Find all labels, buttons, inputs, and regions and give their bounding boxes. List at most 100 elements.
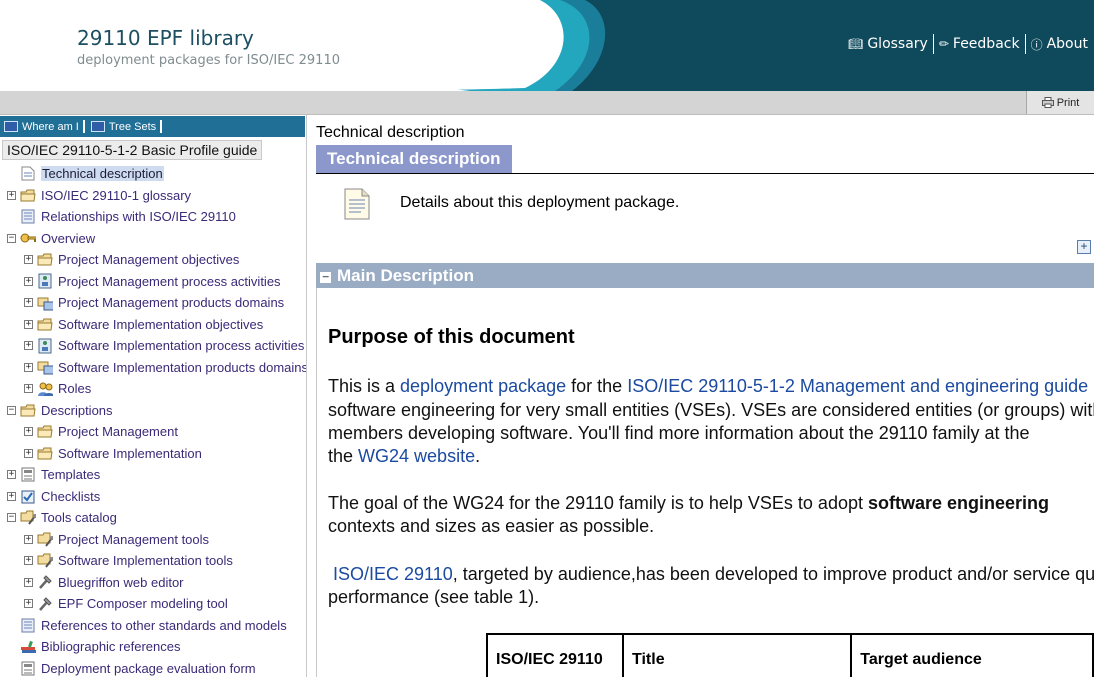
- expand-toggle[interactable]: +: [24, 599, 33, 608]
- tree-item[interactable]: + Software Implementation process activit…: [24, 335, 304, 356]
- tree-item[interactable]: + Software Implementation objectives: [24, 314, 263, 335]
- expand-toggle[interactable]: +: [7, 491, 16, 501]
- tree-item[interactable]: − Descriptions: [7, 400, 113, 421]
- paragraph-line: ISO/IEC 29110, targeted by audience,has …: [333, 564, 1094, 584]
- process-icon: [37, 273, 53, 289]
- paragraph-line: This is a deployment package for the ISO…: [328, 376, 1089, 396]
- tree-item[interactable]: Relationships with ISO/IEC 29110: [7, 206, 236, 227]
- doc-icon: [20, 209, 36, 225]
- tool-icon: [37, 596, 53, 612]
- collapse-toggle[interactable]: −: [7, 405, 16, 415]
- expand-toggle[interactable]: +: [24, 577, 33, 587]
- main-content: Technical description Technical descript…: [308, 115, 1094, 677]
- tree-item-label: Software Implementation: [58, 445, 202, 461]
- tree-item[interactable]: − Tools catalog: [7, 507, 117, 528]
- tab-where-am-i[interactable]: Where am I: [4, 121, 79, 133]
- left-navigation: Where am I Tree Sets ISO/IEC 29110-5-1-2…: [0, 115, 307, 677]
- paragraph-line: performance (see table 1).: [328, 587, 540, 607]
- products-icon: [37, 295, 53, 311]
- books-icon: [20, 639, 36, 655]
- iso-29110-link[interactable]: ISO/IEC 29110: [333, 564, 453, 584]
- wg24-website-link[interactable]: WG24 website: [358, 446, 475, 466]
- tree-item[interactable]: + Project Management: [24, 421, 178, 442]
- tree-item[interactable]: + Software Implementation products domain…: [24, 357, 307, 378]
- tree-item-label: Project Management: [58, 424, 178, 439]
- audience-table: ISO/IEC 29110 Title Target audience: [486, 633, 1094, 677]
- expand-toggle[interactable]: +: [24, 556, 33, 565]
- checklist-icon: [20, 488, 36, 504]
- collapse-toggle[interactable]: −: [7, 513, 16, 522]
- tree-item[interactable]: + Checklists: [7, 486, 100, 507]
- tree-item-label: Software Implementation process activiti…: [58, 338, 305, 353]
- tree-item-label: References to other standards and models: [41, 617, 287, 633]
- tree-item[interactable]: + Software Implementation tools: [24, 550, 233, 571]
- paragraph-line: software engineering for very small enti…: [328, 400, 1094, 420]
- table-header-cell: Target audience: [850, 633, 1094, 677]
- expand-toggle[interactable]: +: [24, 427, 33, 436]
- expand-toggle[interactable]: +: [7, 190, 16, 200]
- tree-item-label: Tools catalog: [41, 510, 117, 525]
- tree-item-label: EPF Composer modeling tool: [58, 596, 228, 611]
- feedback-link[interactable]: ✏︎ Feedback: [939, 36, 1020, 52]
- tree-item[interactable]: + Roles: [24, 378, 91, 399]
- expand-toggle[interactable]: +: [24, 448, 33, 458]
- tree-item-label: Bibliographic references: [41, 639, 181, 654]
- tree-item-label: Bluegriffon web editor: [58, 574, 184, 590]
- folder-icon: [20, 187, 36, 203]
- app-title: 29110 EPF library: [77, 26, 254, 50]
- folder-icon: [20, 402, 36, 418]
- glossary-link[interactable]: 📖︎ Glossary: [848, 36, 928, 52]
- expand-all-button[interactable]: +: [1077, 240, 1091, 254]
- about-link[interactable]: ⓘ About: [1031, 36, 1088, 53]
- tree-item[interactable]: + ISO/IEC 29110-1 glossary: [7, 185, 191, 206]
- expand-toggle[interactable]: +: [24, 276, 33, 286]
- tree-item[interactable]: + Project Management process activities: [24, 271, 281, 292]
- tree-item[interactable]: − Overview: [7, 228, 95, 249]
- guide-selector[interactable]: ISO/IEC 29110-5-1-2 Basic Profile guide: [2, 140, 263, 160]
- tool-icon: [37, 574, 53, 590]
- tree-item-label: Overview: [41, 230, 96, 246]
- expand-toggle[interactable]: +: [24, 384, 33, 393]
- management-guide-link[interactable]: ISO/IEC 29110-5-1-2 Management and engin…: [627, 376, 1088, 396]
- expand-toggle[interactable]: +: [24, 534, 33, 544]
- expand-toggle[interactable]: +: [24, 341, 33, 350]
- document-icon: [344, 188, 370, 220]
- tree-item[interactable]: + EPF Composer modeling tool: [24, 593, 228, 614]
- print-button[interactable]: Print: [1026, 91, 1094, 114]
- collapse-icon: −: [320, 271, 331, 283]
- tools-folder-icon: [37, 553, 53, 569]
- tree-item-label: Technical description: [41, 166, 164, 181]
- tree-item[interactable]: + Software Implementation: [24, 443, 202, 464]
- expand-toggle[interactable]: +: [24, 362, 33, 372]
- expand-toggle[interactable]: +: [7, 470, 16, 479]
- deployment-package-link[interactable]: deployment package: [400, 376, 566, 396]
- section-heading: Purpose of this document: [328, 326, 575, 348]
- tree-item-label: Software Implementation tools: [58, 553, 233, 568]
- tree-item-label: Software Implementation products domains: [58, 359, 307, 375]
- tree-item[interactable]: + Project Management tools: [24, 529, 209, 550]
- tree-item[interactable]: + Bluegriffon web editor: [24, 572, 184, 593]
- expand-toggle[interactable]: +: [24, 298, 33, 307]
- tools-folder-icon: [37, 531, 53, 547]
- paragraph-line: members developing software. You'll find…: [328, 423, 1030, 443]
- tree-item[interactable]: Bibliographic references: [7, 636, 180, 657]
- printer-icon: [1041, 97, 1054, 108]
- collapse-toggle[interactable]: −: [7, 233, 16, 243]
- tree-item[interactable]: + Project Management products domains: [24, 292, 284, 313]
- tree-item[interactable]: Technical description: [7, 163, 164, 184]
- table-header-cell: Title: [621, 633, 853, 677]
- expand-toggle[interactable]: +: [24, 255, 33, 264]
- folder-icon: [37, 445, 53, 461]
- expand-toggle[interactable]: +: [24, 319, 33, 329]
- header-banner: 29110 EPF library deployment packages fo…: [0, 0, 1094, 91]
- doc-icon: [20, 617, 36, 633]
- info-icon: ⓘ: [1030, 37, 1043, 52]
- tree-item[interactable]: References to other standards and models: [7, 615, 287, 636]
- tree-item[interactable]: Deployment package evaluation form: [7, 658, 256, 677]
- section-header-main-description[interactable]: − Main Description: [316, 263, 1094, 288]
- feedback-icon: ✏︎: [938, 37, 949, 51]
- tree-item[interactable]: + Project Management objectives: [24, 249, 239, 270]
- tree-item[interactable]: + Templates: [7, 464, 100, 485]
- tree-item-label: Project Management objectives: [58, 252, 240, 267]
- tab-tree-sets[interactable]: Tree Sets: [90, 121, 156, 133]
